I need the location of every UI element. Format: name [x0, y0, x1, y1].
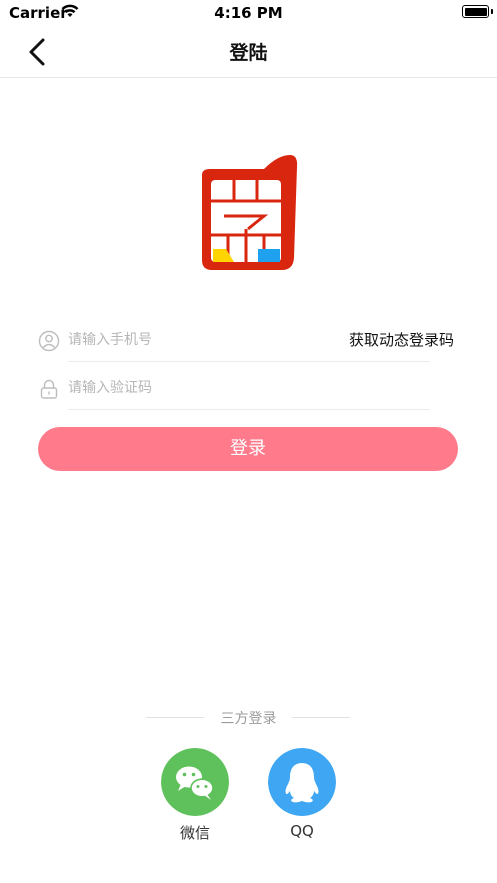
login-button[interactable]: 登录 [38, 427, 458, 471]
qq-login-button[interactable]: QQ [268, 748, 336, 840]
page-title: 登陆 [229, 42, 268, 64]
qq-icon[interactable] [268, 748, 336, 816]
battery-icon [462, 5, 489, 18]
code-divider [68, 409, 430, 410]
phone-field: 获取动态登录码 [38, 318, 454, 362]
third-party-title: 三方登录 [220, 711, 277, 727]
third-party-header: 三方登录 [0, 706, 497, 728]
battery-cap [491, 9, 493, 14]
wechat-label: 微信 [179, 824, 210, 842]
user-icon [38, 330, 60, 352]
status-bar: Carrier 4:16 PM [0, 0, 497, 26]
phone-input[interactable] [68, 325, 338, 355]
wechat-login-button[interactable]: 微信 [161, 748, 229, 843]
nav-bar: 登陆 [0, 26, 497, 78]
app-logo [202, 155, 298, 270]
get-code-button[interactable]: 获取动态登录码 [349, 329, 454, 350]
qq-label: QQ [290, 822, 314, 840]
phone-divider [68, 361, 430, 362]
status-time: 4:16 PM [214, 4, 283, 22]
wechat-icon[interactable] [161, 748, 229, 816]
divider-right [292, 717, 350, 718]
lock-icon [40, 379, 58, 399]
code-field [38, 366, 430, 410]
code-input[interactable] [68, 373, 338, 403]
